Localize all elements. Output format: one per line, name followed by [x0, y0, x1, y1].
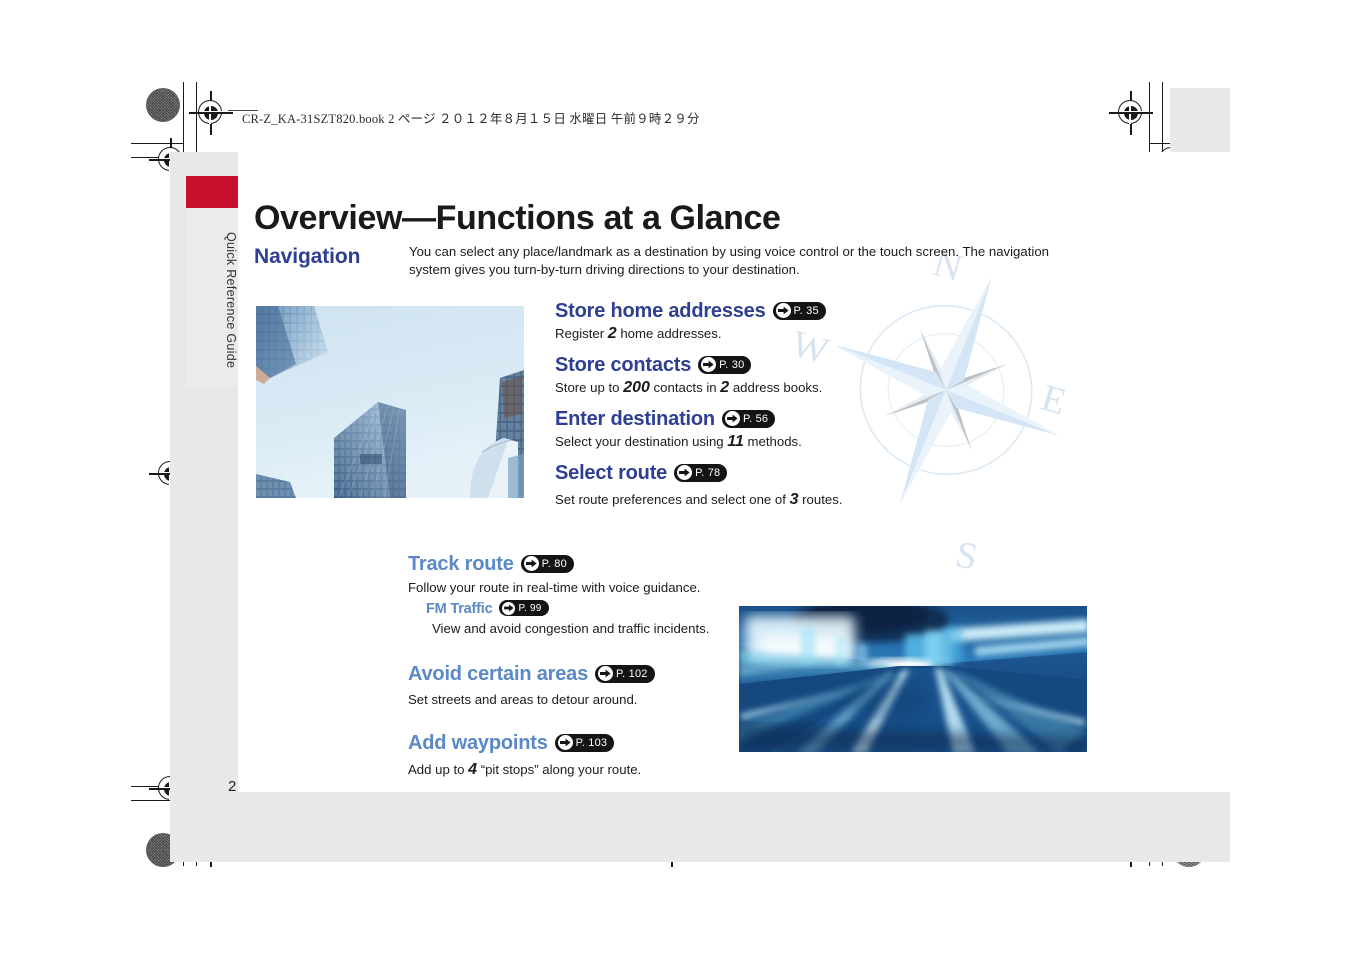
page-reference-label: P. 99: [518, 602, 542, 614]
feature-description: View and avoid congestion and traffic in…: [432, 621, 710, 636]
document-page: CR-Z_KA-31SZT820.book 2 ページ ２０１２年８月１５日 水…: [0, 0, 1351, 954]
page-reference-label: P. 80: [541, 557, 567, 570]
page-reference-label: P. 102: [616, 667, 648, 680]
page-reference-badge[interactable]: P. 35: [772, 301, 826, 320]
feature-description: Set route preferences and select one of …: [555, 491, 975, 508]
arrow-right-icon: [598, 666, 613, 681]
desc-part: “pit stops” along your route.: [477, 762, 642, 777]
buildings-photo: [256, 306, 524, 498]
feature-heading-text: Select route: [555, 462, 668, 484]
feature-heading-text: Add waypoints: [408, 732, 548, 754]
desc-part: routes.: [798, 492, 843, 507]
grey-panel-top-right: [1170, 88, 1230, 152]
side-tab-accent: [186, 176, 238, 208]
page-reference-badge[interactable]: P. 30: [698, 355, 752, 374]
feature-track-route: Track route P. 80 Follow your route in r…: [408, 553, 738, 637]
feature-description: Set streets and areas to detour around.: [408, 692, 638, 707]
feature-heading-text: Avoid certain areas: [408, 663, 588, 685]
feature-description: Add up to 4 “pit stops” along your route…: [408, 761, 738, 778]
desc-number: 2: [720, 379, 730, 396]
registration-mark: [189, 91, 233, 135]
desc-number: 200: [623, 379, 650, 396]
page-reference-label: P. 78: [695, 466, 721, 479]
desc-part: contacts in: [649, 380, 721, 395]
features-right-column: Store home addresses P. 35 Register 2 ho…: [555, 300, 975, 520]
feature-add-waypoints: Add waypoints P. 103 Add up to 4 “pit st…: [408, 732, 738, 778]
crop-line: [1162, 82, 1164, 144]
feature-heading: Enter destination P. 56: [555, 408, 975, 431]
page-reference-badge[interactable]: P. 78: [674, 463, 728, 482]
feature-enter-destination: Enter destination P. 56 Select your dest…: [555, 408, 975, 450]
feature-heading: FM Traffic P. 99: [426, 600, 738, 617]
arrow-right-icon: [775, 303, 791, 318]
page-reference-label: P. 35: [793, 304, 819, 317]
desc-number: 3: [789, 491, 799, 508]
feature-heading: Store contacts P. 30: [555, 354, 975, 377]
desc-part: Register: [555, 326, 608, 341]
feature-store-home-addresses: Store home addresses P. 35 Register 2 ho…: [555, 300, 975, 342]
feature-heading-text: Track route: [408, 553, 514, 575]
section-title: Navigation: [254, 245, 361, 269]
feature-avoid-certain-areas: Avoid certain areas P. 102 Set streets a…: [408, 663, 738, 708]
crop-line: [131, 143, 184, 145]
page-reference-badge[interactable]: P. 99: [499, 600, 549, 616]
desc-part: address books.: [729, 380, 823, 395]
arrow-right-icon: [724, 411, 740, 426]
page-reference-badge[interactable]: P. 56: [721, 409, 776, 428]
feature-heading-text: Store home addresses: [555, 300, 766, 322]
desc-part: methods.: [743, 434, 802, 449]
crop-line: [183, 82, 185, 144]
side-tab-label: Quick Reference Guide: [224, 231, 238, 369]
grey-panel-bottom: [170, 792, 1230, 862]
feature-heading: Select route P. 78: [555, 462, 975, 485]
page-reference-label: P. 30: [719, 358, 745, 371]
page-reference-label: P. 56: [742, 412, 769, 425]
desc-part: Select your destination using: [555, 434, 728, 449]
feature-heading: Avoid certain areas P. 102: [408, 663, 738, 686]
desc-part: home addresses.: [616, 326, 722, 341]
tunnel-photo: [739, 606, 1087, 752]
page-title: Overview—Functions at a Glance: [254, 198, 781, 237]
page-reference-label: P. 103: [575, 736, 608, 749]
arrow-right-icon: [502, 601, 516, 615]
arrow-right-icon: [557, 735, 573, 750]
page-reference-badge[interactable]: P. 102: [595, 664, 655, 683]
desc-part: Store up to: [555, 380, 624, 395]
feature-heading: Track route P. 80: [408, 553, 738, 576]
crop-line: [228, 110, 258, 112]
feature-store-contacts: Store contacts P. 30 Store up to 200 con…: [555, 354, 975, 396]
arrow-right-icon: [701, 357, 717, 372]
feature-description: Register 2 home addresses.: [555, 325, 975, 342]
feature-heading-text: Enter destination: [555, 408, 715, 430]
desc-number: 11: [727, 433, 744, 450]
arrow-right-icon: [677, 465, 693, 480]
desc-part: Add up to: [408, 762, 469, 777]
page-number: 2: [228, 778, 237, 795]
print-header-text: CR-Z_KA-31SZT820.book 2 ページ ２０１２年８月１５日 水…: [242, 112, 700, 126]
features-lower-column: Track route P. 80 Follow your route in r…: [408, 553, 738, 778]
crop-line: [1149, 82, 1151, 158]
feature-heading: Add waypoints P. 103: [408, 732, 738, 755]
halftone-dot-top-left: [146, 88, 180, 122]
feature-description: Select your destination using 11 methods…: [555, 433, 975, 450]
registration-mark: [1109, 91, 1153, 135]
feature-description: Follow your route in real-time with voic…: [408, 580, 701, 595]
desc-part: Set route preferences and select one of: [555, 492, 790, 507]
feature-description: Store up to 200 contacts in 2 address bo…: [555, 379, 975, 396]
feature-heading-text: Store contacts: [555, 354, 692, 376]
page-reference-badge[interactable]: P. 103: [554, 733, 615, 752]
feature-fm-traffic: FM Traffic P. 99 View and avoid congesti…: [426, 600, 738, 637]
desc-number: 2: [607, 325, 617, 342]
section-intro-text: You can select any place/landmark as a d…: [409, 244, 1049, 277]
arrow-right-icon: [523, 556, 539, 571]
feature-heading: Store home addresses P. 35: [555, 300, 975, 323]
desc-number: 4: [468, 761, 478, 778]
feature-heading-text: FM Traffic: [426, 601, 493, 617]
page-reference-badge[interactable]: P. 80: [520, 554, 574, 573]
feature-select-route: Select route P. 78 Set route preferences…: [555, 462, 975, 508]
